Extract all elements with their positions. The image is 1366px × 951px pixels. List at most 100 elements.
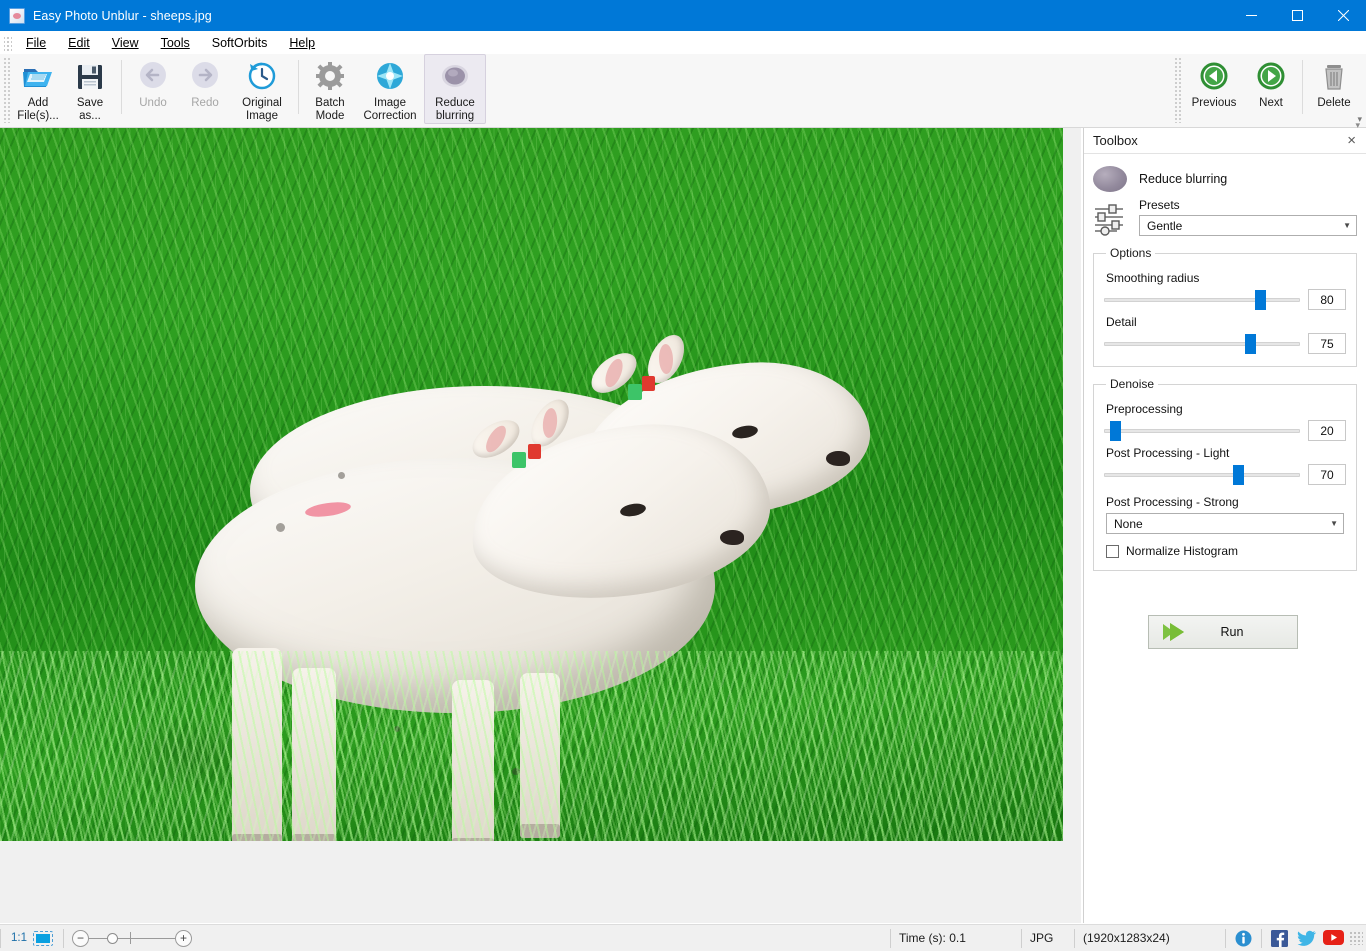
- blur-ellipse-icon: [1093, 166, 1127, 192]
- post-processing-light-slider[interactable]: [1104, 465, 1300, 485]
- normalize-histogram-row[interactable]: Normalize Histogram: [1106, 544, 1346, 558]
- post-processing-strong-dropdown[interactable]: None ▼: [1106, 513, 1344, 534]
- menu-item-view[interactable]: View: [101, 33, 150, 53]
- zoom-slider[interactable]: [89, 930, 175, 947]
- toolbar-grip-icon: [3, 57, 10, 123]
- save-as-button[interactable]: Save as...: [64, 54, 116, 124]
- zoom-out-button[interactable]: −: [72, 930, 89, 947]
- chevron-down-icon: ▼: [1343, 221, 1351, 230]
- resize-grip-icon[interactable]: [1349, 931, 1363, 945]
- previous-button[interactable]: Previous: [1183, 54, 1245, 124]
- smoothing-radius-slider[interactable]: [1104, 290, 1300, 310]
- youtube-icon[interactable]: [1323, 930, 1340, 947]
- clock-history-icon: [245, 60, 279, 94]
- status-divider: [1261, 929, 1262, 948]
- presets-dropdown[interactable]: Gentle ▼: [1139, 215, 1357, 236]
- ear-tag-red: [642, 376, 655, 391]
- lamb-front-nose: [720, 530, 744, 545]
- zoom-in-button[interactable]: +: [175, 930, 192, 947]
- menu-item-softorbits[interactable]: SoftOrbits: [201, 33, 279, 53]
- detail-slider[interactable]: [1104, 334, 1300, 354]
- lamb-front-head: [470, 428, 770, 596]
- run-button[interactable]: Run: [1148, 615, 1298, 649]
- menu-item-edit[interactable]: Edit: [57, 33, 101, 53]
- delete-label: Delete: [1317, 97, 1350, 110]
- batch-mode-button[interactable]: Batch Mode: [304, 54, 356, 124]
- next-green-arrow-icon: [1254, 60, 1288, 94]
- minimize-button[interactable]: [1228, 0, 1274, 31]
- social-links: [1226, 929, 1349, 948]
- close-button[interactable]: [1320, 0, 1366, 31]
- status-time: Time (s): 0.1: [891, 925, 1021, 951]
- title-bar: Easy Photo Unblur - sheeps.jpg: [0, 0, 1366, 31]
- close-icon[interactable]: ×: [1345, 133, 1358, 148]
- smoothing-radius-value[interactable]: 80: [1308, 289, 1346, 310]
- twitter-icon[interactable]: [1297, 930, 1314, 947]
- status-dimensions: (1920x1283x24): [1075, 925, 1225, 951]
- lamb-back-nose: [826, 451, 850, 466]
- redo-button[interactable]: Redo: [179, 54, 231, 124]
- next-label: Next: [1259, 97, 1283, 110]
- menu-item-help[interactable]: Help: [278, 33, 326, 53]
- options-group: Options Smoothing radius 80 Detail 75: [1093, 246, 1357, 367]
- normalize-histogram-checkbox[interactable]: [1106, 545, 1119, 558]
- toolbox-mode-row: Reduce blurring: [1093, 166, 1357, 192]
- open-folder-icon: [21, 60, 55, 94]
- menu-grip-icon: [4, 35, 12, 51]
- zoom-ratio-label[interactable]: 1:1: [1, 932, 33, 944]
- options-legend: Options: [1106, 246, 1155, 260]
- grass-foreground: [0, 651, 1063, 841]
- presets-value: Gentle: [1147, 219, 1182, 233]
- menu-item-file[interactable]: File: [15, 33, 57, 53]
- ear-tag-green-front: [512, 452, 526, 468]
- denoise-group: Denoise Preprocessing 20 Post Processing…: [1093, 377, 1357, 571]
- preprocessing-value[interactable]: 20: [1308, 420, 1346, 441]
- info-icon[interactable]: [1235, 930, 1252, 947]
- add-files-button[interactable]: Add File(s)...: [12, 54, 64, 124]
- maximize-button[interactable]: [1274, 0, 1320, 31]
- toolbar-grip-icon-right: [1174, 57, 1181, 123]
- preprocessing-row: 20: [1104, 420, 1346, 441]
- original-image-button[interactable]: Original Image: [231, 54, 293, 124]
- post-processing-light-value[interactable]: 70: [1308, 464, 1346, 485]
- detail-value[interactable]: 75: [1308, 333, 1346, 354]
- next-button[interactable]: Next: [1245, 54, 1297, 124]
- presets-row: Presets Gentle ▼: [1093, 198, 1357, 236]
- application-window: Easy Photo Unblur - sheeps.jpg File Edit…: [0, 0, 1366, 951]
- chevron-down-icon: ▼: [1330, 519, 1338, 528]
- image-correction-button[interactable]: Image Correction: [356, 54, 424, 124]
- post-processing-light-row: 70: [1104, 464, 1346, 485]
- reduce-blurring-label: Reduce blurring: [435, 97, 475, 123]
- zoom-control: − +: [64, 930, 192, 947]
- blur-ellipse-icon: [438, 60, 472, 94]
- normalize-histogram-label: Normalize Histogram: [1126, 544, 1238, 558]
- post-processing-strong-label: Post Processing - Strong: [1106, 495, 1346, 509]
- smoothing-radius-label: Smoothing radius: [1106, 271, 1346, 285]
- floppy-disk-icon: [73, 60, 107, 94]
- undo-button[interactable]: Undo: [127, 54, 179, 124]
- toolbar-separator-1: [121, 60, 122, 114]
- menu-label-file: File: [26, 36, 46, 50]
- reduce-blurring-button[interactable]: Reduce blurring: [424, 54, 486, 124]
- toolbar-separator-2: [298, 60, 299, 114]
- delete-button[interactable]: Delete: [1308, 54, 1360, 124]
- image-canvas-area[interactable]: [0, 128, 1081, 923]
- gear-icon: [313, 60, 347, 94]
- original-image-label: Original Image: [242, 97, 282, 123]
- facebook-icon[interactable]: [1271, 930, 1288, 947]
- sliders-icon: [1093, 202, 1129, 236]
- toolbar-group-modes: Batch Mode Image Correction: [304, 54, 486, 128]
- menu-label-help: Help: [289, 36, 315, 50]
- previous-green-arrow-icon: [1197, 60, 1231, 94]
- toolbox-mode-name: Reduce blurring: [1139, 172, 1227, 186]
- toolbox-header: Toolbox ×: [1084, 128, 1366, 154]
- menu-item-tools[interactable]: Tools: [150, 33, 201, 53]
- status-format: JPG: [1022, 925, 1074, 951]
- redo-label: Redo: [191, 97, 219, 110]
- fit-to-window-icon[interactable]: [33, 931, 53, 946]
- save-as-label: Save as...: [77, 97, 103, 123]
- menu-label-softorbits: SoftOrbits: [212, 36, 268, 50]
- preprocessing-slider[interactable]: [1104, 421, 1300, 441]
- photo-preview[interactable]: [0, 128, 1063, 841]
- previous-label: Previous: [1192, 97, 1237, 110]
